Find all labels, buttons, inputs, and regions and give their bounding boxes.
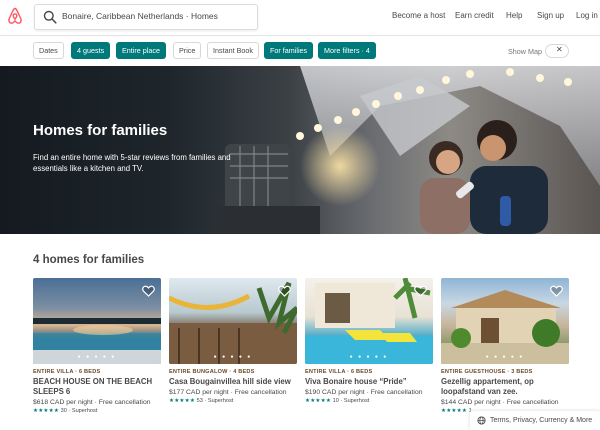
listing-name[interactable]: Casa Bougainvillea hill side view bbox=[169, 377, 297, 387]
listing-rating: ★★★★★ 10 · Superhost bbox=[305, 398, 433, 404]
filter-instant-book[interactable]: Instant Book bbox=[207, 42, 259, 59]
listing-photo[interactable]: ● ● ● ● ● bbox=[305, 278, 433, 364]
hero-banner: Homes for families Find an entire home w… bbox=[0, 66, 600, 234]
listing-type: ENTIRE VILLA · 6 BEDS bbox=[33, 369, 101, 375]
listing-price: $190 CAD per night · Free cancellation bbox=[305, 389, 423, 396]
show-map-toggle[interactable]: ✕ bbox=[545, 44, 569, 58]
star-rating-icon: ★★★★★ bbox=[169, 398, 196, 404]
save-heart-icon[interactable] bbox=[414, 285, 427, 297]
listing-card[interactable]: ● ● ● ● ● ENTIRE BUNGALOW · 4 BEDS Casa … bbox=[169, 278, 297, 404]
listing-rating: ★★★★★ 53 · Superhost bbox=[169, 398, 297, 404]
nav-sign-up[interactable]: Sign up bbox=[537, 11, 564, 20]
listing-name[interactable]: BEACH HOUSE ON THE BEACH SLEEPS 6 bbox=[33, 377, 161, 397]
star-rating-icon: ★★★★★ bbox=[441, 408, 468, 414]
footer-links-button[interactable]: Terms, Privacy, Currency & More bbox=[470, 411, 600, 430]
search-icon bbox=[43, 10, 57, 24]
footer-label: Terms, Privacy, Currency & More bbox=[490, 417, 593, 424]
hero-subtitle: Find an entire home with 5-star reviews … bbox=[33, 153, 231, 173]
listing-name[interactable]: Viva Bonaire house “Pride” bbox=[305, 377, 433, 387]
section-title: 4 homes for families bbox=[33, 254, 145, 266]
filter-more-filters[interactable]: More filters · 4 bbox=[318, 42, 376, 59]
save-heart-icon[interactable] bbox=[278, 285, 291, 297]
save-heart-icon[interactable] bbox=[142, 285, 155, 297]
filter-bar: Dates 4 guests Entire place Price Instan… bbox=[0, 36, 600, 66]
filter-guests[interactable]: 4 guests bbox=[71, 42, 111, 59]
show-map-label: Show Map bbox=[508, 47, 542, 56]
photo-carousel-dots[interactable]: ● ● ● ● ● bbox=[441, 354, 569, 360]
review-count: 53 · Superhost bbox=[196, 398, 234, 404]
listing-rating: ★★★★★ 30 · Superhost bbox=[33, 408, 161, 414]
save-heart-icon[interactable] bbox=[550, 285, 563, 297]
star-rating-icon: ★★★★★ bbox=[305, 398, 332, 404]
nav-earn-credit[interactable]: Earn credit bbox=[455, 11, 494, 20]
nav-become-a-host[interactable]: Become a host bbox=[392, 11, 445, 20]
listing-price: $177 CAD per night · Free cancellation bbox=[169, 389, 287, 396]
listing-name[interactable]: Gezellig appartement, op loopafstand van… bbox=[441, 377, 569, 397]
filter-price[interactable]: Price bbox=[173, 42, 202, 59]
listing-photo[interactable]: ● ● ● ● ● bbox=[441, 278, 569, 364]
listing-card[interactable]: ● ● ● ● ● ENTIRE VILLA · 6 BEDS Viva Bon… bbox=[305, 278, 433, 404]
top-header: Bonaire, Caribbean Netherlands · Homes B… bbox=[0, 0, 600, 36]
toggle-off-icon: ✕ bbox=[556, 45, 563, 54]
nav-log-in[interactable]: Log in bbox=[576, 11, 598, 20]
listing-card[interactable]: ● ● ● ● ● ENTIRE GUESTHOUSE · 3 BEDS Gez… bbox=[441, 278, 569, 414]
filter-entire-place[interactable]: Entire place bbox=[116, 42, 166, 59]
star-rating-icon: ★★★★★ bbox=[33, 408, 60, 414]
review-count: 10 · Superhost bbox=[332, 398, 370, 404]
photo-carousel-dots[interactable]: ● ● ● ● ● bbox=[33, 354, 161, 360]
listing-card[interactable]: ● ● ● ● ● ENTIRE VILLA · 6 BEDS BEACH HO… bbox=[33, 278, 161, 414]
listing-price: $144 CAD per night · Free cancellation bbox=[441, 399, 559, 406]
filter-dates[interactable]: Dates bbox=[33, 42, 64, 59]
hero-title: Homes for families bbox=[33, 122, 168, 139]
photo-carousel-dots[interactable]: ● ● ● ● ● bbox=[305, 354, 433, 360]
listing-type: ENTIRE GUESTHOUSE · 3 BEDS bbox=[441, 369, 533, 375]
listing-type: ENTIRE VILLA · 6 BEDS bbox=[305, 369, 373, 375]
airbnb-logo-icon[interactable] bbox=[7, 7, 23, 25]
hero-image bbox=[210, 66, 600, 234]
globe-icon bbox=[477, 416, 486, 425]
photo-carousel-dots[interactable]: ● ● ● ● ● bbox=[169, 354, 297, 360]
nav-help[interactable]: Help bbox=[506, 11, 522, 20]
listing-photo[interactable]: ● ● ● ● ● bbox=[169, 278, 297, 364]
listing-price: $618 CAD per night · Free cancellation bbox=[33, 399, 151, 406]
search-value: Bonaire, Caribbean Netherlands · Homes bbox=[62, 11, 218, 21]
listing-photo[interactable]: ● ● ● ● ● bbox=[33, 278, 161, 364]
filter-for-families[interactable]: For families bbox=[264, 42, 314, 59]
listing-type: ENTIRE BUNGALOW · 4 BEDS bbox=[169, 369, 255, 375]
review-count: 30 · Superhost bbox=[60, 408, 98, 414]
search-input[interactable]: Bonaire, Caribbean Netherlands · Homes bbox=[34, 4, 258, 30]
